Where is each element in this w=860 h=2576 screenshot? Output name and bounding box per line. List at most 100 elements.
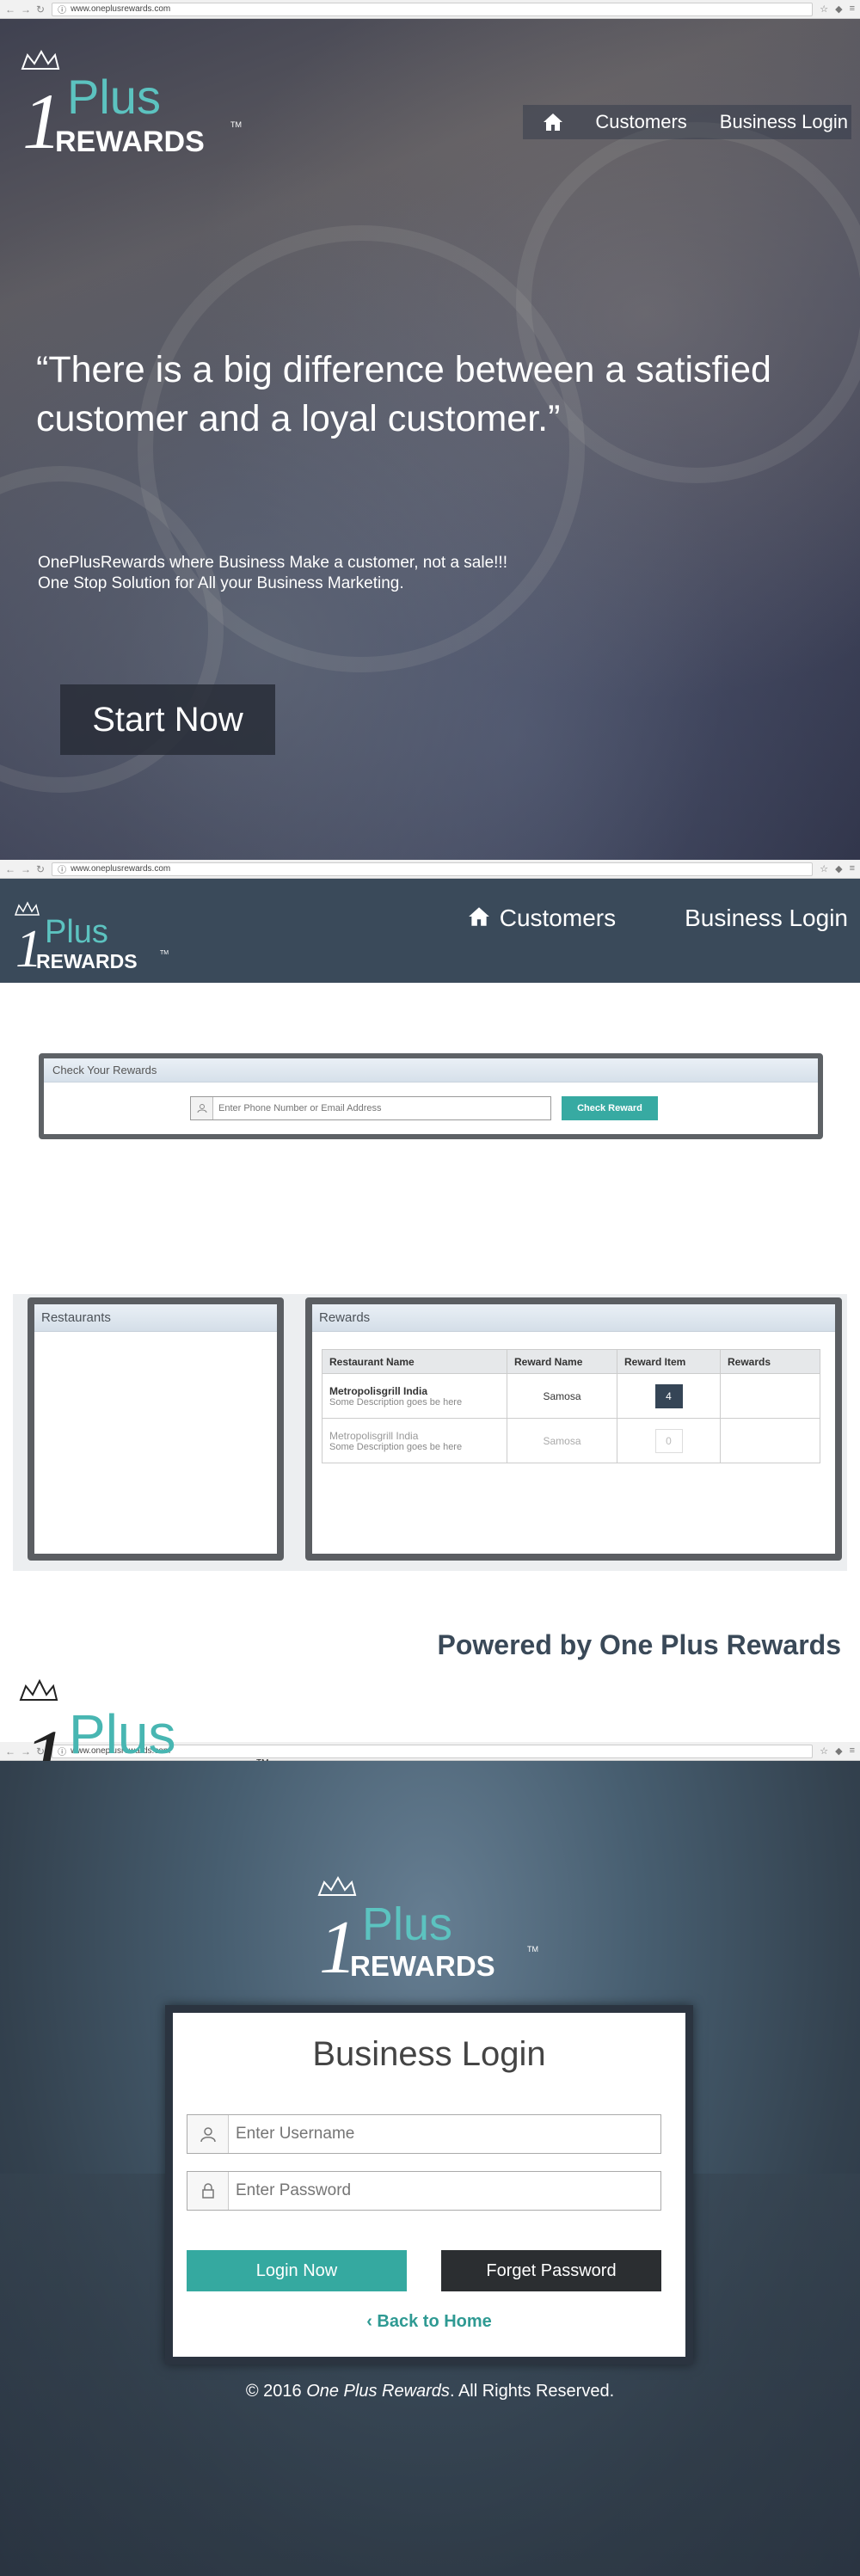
reward-item-cell: 0 — [617, 1418, 721, 1463]
chevron-left-icon: ‹ — [366, 2312, 372, 2331]
check-input-group — [190, 1096, 551, 1120]
svg-text:REWARDS: REWARDS — [36, 950, 138, 972]
address-text: www.oneplusrewards.com — [71, 864, 171, 874]
extension-icon[interactable]: ◆ — [835, 3, 842, 15]
reward-item-badge[interactable]: 0 — [654, 1428, 683, 1453]
svg-text:TM: TM — [160, 950, 169, 956]
site-logo[interactable]: 1 Plus REWARDS TM — [12, 898, 175, 979]
forward-arrow-icon[interactable]: → — [21, 3, 31, 15]
menu-icon[interactable]: ≡ — [850, 863, 855, 874]
copyright-suffix: . All Rights Reserved. — [449, 2382, 615, 2401]
svg-text:Plus: Plus — [362, 1898, 452, 1950]
password-input[interactable] — [229, 2172, 660, 2210]
svg-text:Plus: Plus — [45, 914, 108, 950]
svg-text:TM: TM — [527, 1945, 538, 1953]
back-arrow-icon[interactable]: ← — [5, 3, 15, 15]
nav-customers-link[interactable]: Customers — [592, 111, 690, 133]
username-field — [187, 2114, 661, 2154]
nav-business-login-link[interactable]: Business Login — [685, 905, 848, 932]
reload-icon[interactable]: ↻ — [36, 3, 45, 15]
star-icon[interactable]: ☆ — [820, 3, 828, 15]
login-section: 1 Plus REWARDS TM Business Login Login N… — [0, 1761, 860, 2576]
nav-customers-link[interactable]: Customers — [500, 905, 616, 932]
tagline-line-1: OnePlusRewards where Business Make a cus… — [38, 554, 507, 572]
browser-actions: ☆ ◆ ≡ — [820, 1745, 855, 1757]
top-menu: Customers Business Login — [523, 105, 851, 139]
back-to-home-label: Back to Home — [377, 2312, 492, 2331]
copyright-footer: © 2016 One Plus Rewards. All Rights Rese… — [0, 2382, 860, 2401]
username-input[interactable] — [229, 2115, 660, 2153]
copyright-brand: One Plus Rewards — [306, 2382, 450, 2401]
address-bar[interactable]: ⓘ www.oneplusrewards.com — [52, 862, 814, 876]
rewards-nav: Customers Business Login — [467, 905, 848, 932]
restaurant-desc: Some Description goes be here — [329, 1441, 463, 1452]
back-to-home-link[interactable]: ‹ Back to Home — [173, 2312, 685, 2332]
lock-icon — [187, 2172, 229, 2210]
info-icon: ⓘ — [58, 6, 67, 15]
rewards-table: Restaurant Name Reward Name Reward Item … — [322, 1349, 820, 1463]
star-icon[interactable]: ☆ — [820, 1745, 828, 1757]
rewards-header: 1 Plus REWARDS TM Customers Business Log… — [0, 879, 860, 983]
check-reward-button[interactable]: Check Reward — [562, 1096, 658, 1120]
svg-text:TM: TM — [230, 120, 242, 129]
column-header: Restaurant Name — [322, 1349, 507, 1374]
address-bar[interactable]: ⓘ www.oneplusrewards.com — [52, 2, 814, 16]
password-field — [187, 2171, 661, 2211]
login-card: Business Login Login Now Forget Password… — [165, 2005, 693, 2364]
login-now-button[interactable]: Login Now — [187, 2250, 407, 2291]
powered-by-text: Powered by One Plus Rewards — [437, 1629, 841, 1660]
reward-name: Samosa — [507, 1418, 617, 1463]
svg-text:REWARDS: REWARDS — [350, 1950, 495, 1982]
reward-name: Samosa — [507, 1373, 617, 1419]
column-header: Reward Item — [617, 1349, 721, 1374]
start-now-button[interactable]: Start Now — [60, 684, 275, 755]
restaurant-cell: Metropolisgrill India Some Description g… — [322, 1373, 507, 1419]
restaurant-name: Metropolisgrill India — [329, 1384, 428, 1397]
browser-nav: ← → ↻ — [5, 3, 45, 15]
menu-icon[interactable]: ≡ — [850, 3, 855, 15]
rewards-body: Check Your Rewards Check Reward Restaura… — [0, 983, 860, 1811]
table-header-row: Restaurant Name Reward Name Reward Item … — [322, 1349, 820, 1374]
menu-icon[interactable]: ≡ — [850, 1745, 855, 1757]
browser-actions: ☆ ◆ ≡ — [820, 863, 855, 874]
home-icon[interactable] — [467, 905, 491, 932]
restaurants-panel: Restaurants — [28, 1297, 284, 1561]
reload-icon[interactable]: ↻ — [36, 863, 45, 875]
reward-item-badge[interactable]: 4 — [654, 1383, 683, 1408]
svg-text:REWARDS: REWARDS — [55, 126, 205, 158]
rewards-panels: Restaurants Rewards Restaurant Name Rewa… — [13, 1294, 847, 1571]
check-rewards-title: Check Your Rewards — [44, 1058, 818, 1083]
phone-email-input[interactable] — [213, 1097, 550, 1119]
site-logo[interactable]: 1 Plus REWARDS TM — [17, 45, 249, 169]
extension-icon[interactable]: ◆ — [835, 863, 842, 874]
table-row[interactable]: Metropolisgrill India Some Description g… — [322, 1418, 820, 1463]
tagline-line-2: One Stop Solution for All your Business … — [38, 574, 404, 592]
restaurants-title: Restaurants — [34, 1304, 277, 1332]
table-row[interactable]: Metropolisgrill India Some Description g… — [322, 1373, 820, 1419]
hero-quote: “There is a big difference between a sat… — [36, 349, 771, 439]
svg-text:Plus: Plus — [69, 1703, 176, 1765]
svg-text:Plus: Plus — [67, 70, 161, 124]
restaurant-cell: Metropolisgrill India Some Description g… — [322, 1418, 507, 1463]
reward-item-cell: 4 — [617, 1373, 721, 1419]
nav-business-login-link[interactable]: Business Login — [716, 111, 851, 133]
browser-toolbar: ← → ↻ ⓘ www.oneplusrewards.com ☆ ◆ ≡ — [0, 860, 860, 879]
restaurant-name: Metropolisgrill India — [329, 1429, 419, 1442]
browser-toolbar: ← → ↻ ⓘ www.oneplusrewards.com ☆ ◆ ≡ — [0, 0, 860, 19]
column-header: Rewards — [720, 1349, 820, 1374]
copyright-prefix: © 2016 — [245, 2382, 307, 2401]
rewards-title: Rewards — [312, 1304, 835, 1332]
back-arrow-icon[interactable]: ← — [5, 863, 15, 875]
forward-arrow-icon[interactable]: → — [21, 863, 31, 875]
hero-section: 1 Plus REWARDS TM Customers Business Log… — [0, 19, 860, 860]
home-icon[interactable] — [540, 109, 566, 135]
address-text: www.oneplusrewards.com — [71, 4, 171, 14]
back-arrow-icon[interactable]: ← — [5, 1745, 15, 1757]
site-logo[interactable]: 1 Plus REWARDS TM — [314, 1873, 546, 1990]
rewards-cell — [720, 1373, 820, 1419]
star-icon[interactable]: ☆ — [820, 863, 828, 874]
check-rewards-panel: Check Your Rewards Check Reward — [39, 1053, 823, 1139]
rewards-cell — [720, 1418, 820, 1463]
extension-icon[interactable]: ◆ — [835, 1745, 842, 1757]
forget-password-button[interactable]: Forget Password — [441, 2250, 661, 2291]
